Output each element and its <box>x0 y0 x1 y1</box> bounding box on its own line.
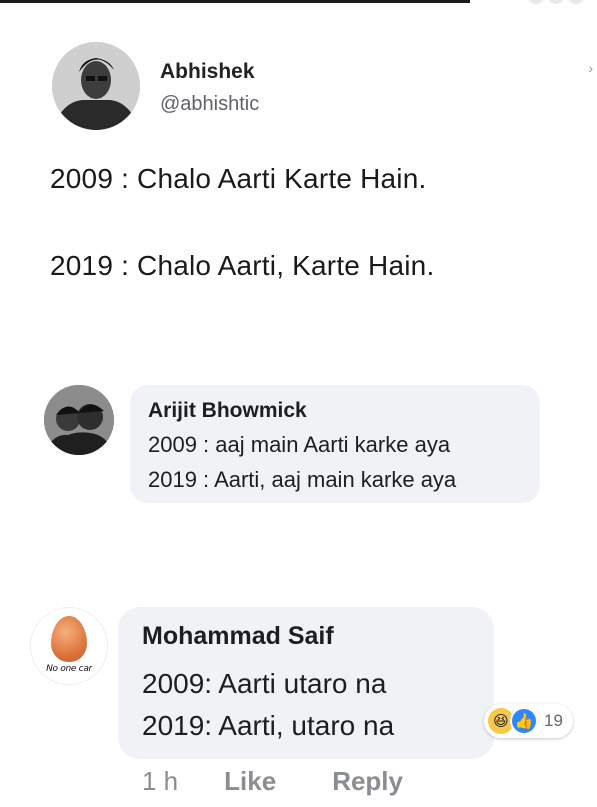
comment-timestamp[interactable]: 1 h <box>142 766 178 797</box>
egg-icon <box>51 616 87 662</box>
tweet-text-line: 2019 : Chalo Aarti, Karte Hain. <box>50 250 435 281</box>
comment-actions: 1 h Like Reply <box>142 766 403 797</box>
commenter-avatar[interactable] <box>44 385 114 455</box>
comment-text-line: 2009 : aaj main Aarti karke aya <box>148 432 451 457</box>
tweet-author-name[interactable]: Abhishek <box>160 60 255 84</box>
comment-author-name[interactable]: Arijit Bhowmick <box>148 399 307 423</box>
reaction-summary[interactable]: 😆 👍 19 <box>484 704 573 738</box>
top-divider <box>0 0 470 3</box>
tweet-text-line: 2009 : Chalo Aarti Karte Hain. <box>50 163 427 194</box>
reaction-count: 19 <box>544 711 563 730</box>
commenter-avatar[interactable]: No one car <box>30 607 108 685</box>
comment-text-line: 2019: Aarti, utaro na <box>142 710 395 741</box>
chevron-right-icon[interactable]: › <box>588 60 593 76</box>
tweet-author-avatar[interactable] <box>52 42 140 130</box>
comment-text-line: 2009: Aarti utaro na <box>142 668 387 699</box>
comment-author-name[interactable]: Mohammad Saif <box>142 622 334 651</box>
avatar-caption: No one car <box>46 664 92 674</box>
like-button[interactable]: Like <box>224 766 276 797</box>
comment-text-line: 2019 : Aarti, aaj main karke aya <box>148 467 457 492</box>
tweet-author-handle[interactable]: @abhishtic <box>160 93 259 116</box>
top-decoration <box>529 0 583 4</box>
reply-button[interactable]: Reply <box>332 766 403 797</box>
like-icon: 👍 <box>510 707 538 735</box>
